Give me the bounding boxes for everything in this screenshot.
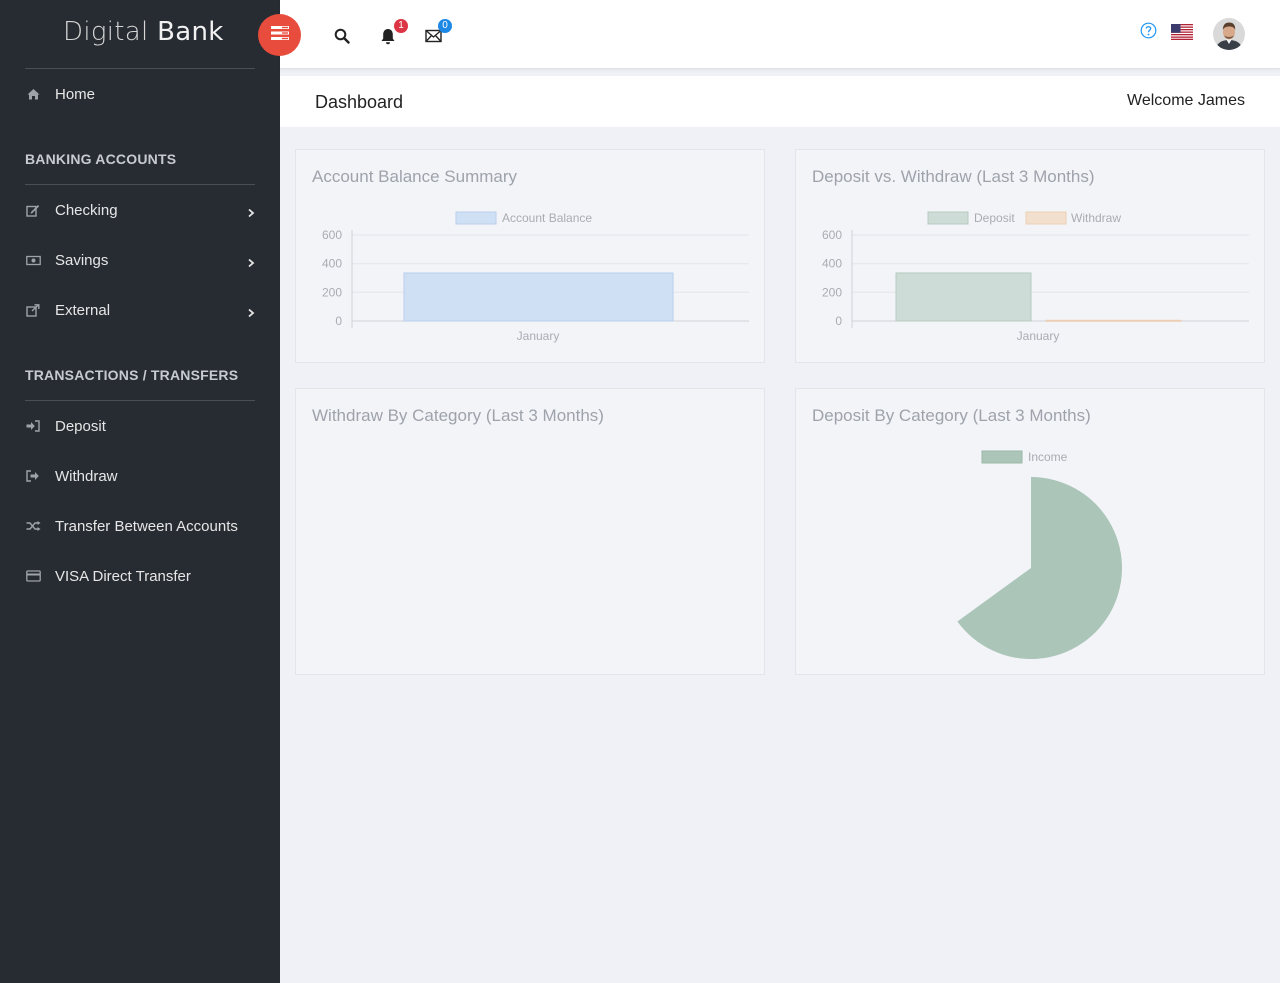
page-header: Dashboard Welcome James (280, 76, 1280, 127)
menu-toggle-button[interactable] (258, 14, 301, 56)
chevron-right-icon (246, 305, 256, 318)
sign-in-icon (25, 418, 41, 434)
brand-name-light: Digital (63, 17, 149, 47)
withdraw-by-category-card: Withdraw By Category (Last 3 Months) (295, 388, 765, 675)
sidebar-item-checking[interactable]: Checking (0, 190, 280, 230)
sidebar-item-withdraw[interactable]: Withdraw (0, 456, 280, 496)
money-icon (25, 252, 41, 268)
shuffle-icon (25, 518, 41, 534)
legend-label-account-balance: Account Balance (502, 211, 592, 225)
y-tick-label: 400 (822, 257, 842, 271)
page-title: Dashboard (315, 92, 404, 112)
sidebar-item-label: Home (55, 85, 96, 103)
notifications-badge: 1 (394, 19, 408, 33)
welcome-message: Welcome James (1127, 92, 1245, 109)
sign-out-icon (25, 468, 41, 484)
y-tick-label: 400 (322, 257, 342, 271)
sidebar-item-label: Savings (55, 251, 109, 269)
us-flag-icon[interactable] (1171, 24, 1193, 40)
y-tick-label: 600 (822, 228, 842, 242)
section-title-banking-accounts: BANKING ACCOUNTS (25, 151, 177, 167)
sidebar: Digital Bank Home BANKING ACCOUNTS Check… (0, 0, 280, 983)
legend-swatch-deposit (927, 211, 969, 225)
sidebar-item-external[interactable]: External (0, 290, 280, 330)
sidebar-item-visa-direct-transfer[interactable]: VISA Direct Transfer (0, 556, 280, 596)
account-balance-chart: Account Balance 600 400 200 0 January (322, 211, 749, 343)
sidebar-item-savings[interactable]: Savings (0, 240, 280, 280)
search-icon[interactable] (332, 26, 352, 46)
sidebar-item-label: Transfer Between Accounts (55, 517, 238, 535)
brand-divider (25, 68, 255, 69)
brand-name-bold: Bank (157, 17, 224, 47)
bar-withdraw-january (1045, 319, 1182, 322)
sidebar-item-label: Checking (55, 201, 118, 219)
legend-swatch-income (981, 450, 1023, 464)
sidebar-item-label: External (55, 301, 111, 319)
sidebar-item-transfer-between-accounts[interactable]: Transfer Between Accounts (0, 506, 280, 546)
top-bar: 1 0 (280, 0, 1280, 69)
sidebar-item-label: Withdraw (55, 467, 118, 485)
y-tick-label: 200 (822, 285, 842, 299)
legend-swatch-account-balance (455, 211, 497, 225)
brand-logo[interactable]: Digital Bank (0, 0, 280, 68)
y-tick-label: 200 (322, 285, 342, 299)
legend-label-withdraw: Withdraw (1071, 211, 1121, 225)
external-link-icon (25, 302, 41, 318)
bar-deposit-january (895, 272, 1032, 322)
chevron-right-icon (246, 205, 256, 218)
section-divider (25, 400, 255, 401)
pie-slice-income (957, 477, 1122, 659)
edit-icon (25, 202, 41, 218)
chevron-right-icon (246, 255, 256, 268)
card-title: Withdraw By Category (Last 3 Months) (312, 406, 604, 425)
legend-label-income: Income (1028, 450, 1068, 464)
legend-label-deposit: Deposit (974, 211, 1015, 225)
avatar[interactable] (1213, 18, 1245, 50)
brand-name: Digital Bank (63, 17, 224, 47)
account-balance-card: Account Balance Summary Account Balance … (295, 149, 765, 363)
y-tick-label: 0 (835, 314, 842, 328)
sidebar-item-label: VISA Direct Transfer (55, 567, 191, 585)
messages-badge: 0 (438, 19, 452, 33)
credit-card-icon (25, 568, 41, 584)
y-tick-label: 0 (335, 314, 342, 328)
section-title-transactions-transfers: TRANSACTIONS / TRANSFERS (25, 367, 239, 383)
deposit-by-category-chart: Income (957, 450, 1122, 659)
deposit-vs-withdraw-card: Deposit vs. Withdraw (Last 3 Months) Dep… (795, 149, 1265, 363)
sidebar-item-home[interactable]: Home (0, 74, 280, 114)
help-icon[interactable] (1138, 20, 1158, 40)
y-tick-label: 600 (322, 228, 342, 242)
legend-swatch-withdraw (1025, 211, 1067, 225)
section-divider (25, 184, 255, 185)
sidebar-item-deposit[interactable]: Deposit (0, 406, 280, 446)
deposit-by-category-card: Deposit By Category (Last 3 Months) Inco… (795, 388, 1265, 675)
home-icon (25, 86, 41, 102)
sidebar-item-label: Deposit (55, 417, 106, 435)
x-tick-label: January (1017, 329, 1060, 343)
menu-icon (270, 25, 289, 45)
x-tick-label: January (517, 329, 560, 343)
deposit-vs-withdraw-chart: Deposit Withdraw 600 400 200 0 January (822, 211, 1249, 343)
bar-account-balance-january (403, 272, 674, 322)
